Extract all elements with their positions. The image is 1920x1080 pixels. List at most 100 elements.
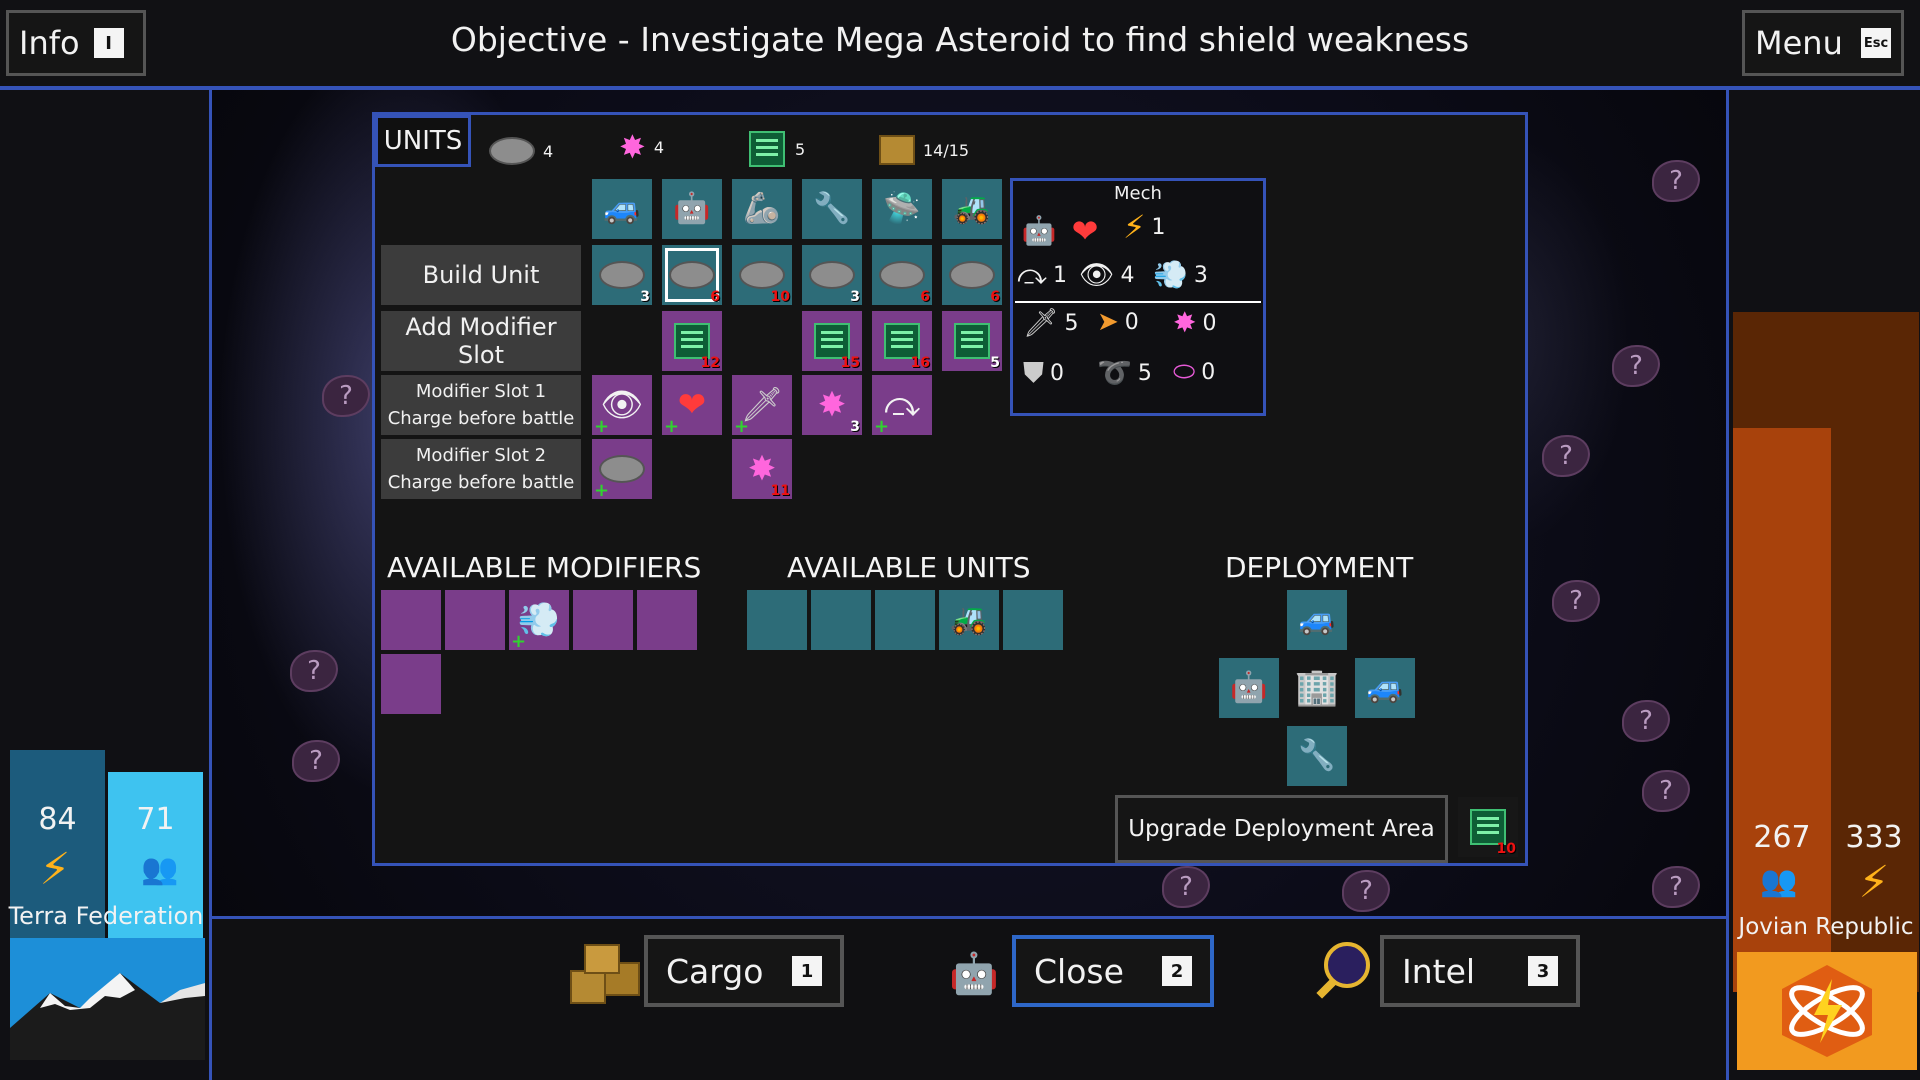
mech-portal-stat: ⬭ 0 [1173, 357, 1216, 387]
modifier-slot-1-title: Modifier Slot 1 [415, 381, 547, 402]
rock-icon [599, 261, 645, 289]
crystal-icon: ✸ [619, 128, 646, 166]
crystal-icon: ✸ [1173, 306, 1197, 339]
heavy-tank-unit-icon[interactable]: 🚜 [942, 179, 1002, 239]
jovian-energy-value: 333 [1845, 820, 1903, 855]
slot-cost-tile[interactable]: 5 [942, 311, 1002, 371]
modifier-tile[interactable]: ✸ 3 [802, 375, 862, 435]
circuit-resource: 5 [749, 131, 805, 167]
mech-attack-stat: 🗡 5 [1023, 306, 1079, 339]
modifier-slot-speed[interactable]: 💨 + [509, 590, 569, 651]
slot-cost-tile[interactable]: 16 [872, 311, 932, 371]
modifier-tile[interactable]: ❤ + [662, 375, 722, 436]
modifier-tile[interactable]: + [592, 439, 652, 500]
deployment-slot-scout[interactable]: 🔧 [1287, 726, 1347, 786]
unknown-asteroid-icon[interactable]: ? [1652, 866, 1700, 908]
unknown-asteroid-icon[interactable]: ? [1622, 700, 1670, 742]
scout-drone-unit-icon[interactable]: 🔧 [802, 179, 862, 239]
modifier-slot-2-sub: Charge before battle [387, 472, 575, 493]
unknown-asteroid-icon[interactable]: ? [1642, 770, 1690, 812]
deployment-base[interactable]: 🏢 [1287, 658, 1347, 718]
modifier-tile[interactable]: ✸ 11 [732, 439, 792, 499]
close-button[interactable]: Close 2 [1012, 935, 1214, 1007]
unknown-asteroid-icon[interactable]: ? [1342, 870, 1390, 912]
modifier-slot-empty[interactable] [637, 590, 697, 650]
intel-label: Intel [1402, 951, 1476, 991]
modifier-slot-empty[interactable] [573, 590, 633, 650]
circuit-icon [884, 323, 920, 359]
cargo-crates-icon [570, 944, 640, 1004]
unknown-asteroid-icon[interactable]: ? [1542, 435, 1590, 477]
bullet-icon: ➤ [1097, 307, 1119, 337]
unknown-asteroid-icon[interactable]: ? [1612, 345, 1660, 387]
add-modifier-slot-button[interactable]: Add Modifier Slot [381, 311, 581, 371]
circuit-icon [814, 323, 850, 359]
deployment-slot-hover-tank[interactable]: 🚙 [1287, 590, 1347, 650]
intel-keycap: 3 [1528, 956, 1558, 986]
jovian-republic-panel: 267 333 👥 ⚡ Jovian Republic [1726, 90, 1920, 1080]
modifier-tile[interactable]: 👁 + [592, 375, 652, 436]
modifier-slot-2-title: Modifier Slot 2 [415, 445, 547, 466]
build-cost-tile[interactable]: 6 [872, 245, 932, 305]
unit-slot-heavy-tank[interactable]: 🚜 [939, 590, 999, 650]
intel-button[interactable]: Intel 3 [1380, 935, 1580, 1007]
unknown-asteroid-icon[interactable]: ? [322, 375, 370, 417]
circuit-icon [954, 323, 990, 359]
walker-unit-icon[interactable]: 🛸 [872, 179, 932, 239]
atom-icon [1782, 965, 1872, 1057]
eye-icon: 👁 [1079, 258, 1115, 291]
heavy-tank-icon: 🚜 [950, 602, 988, 637]
unknown-asteroid-icon[interactable]: ? [292, 740, 340, 782]
build-cost-tile[interactable]: 3 [592, 245, 652, 305]
rock-resource-value: 4 [543, 141, 554, 161]
slot-cost-tile[interactable]: 15 [802, 311, 862, 371]
build-cost-tile[interactable]: 10 [732, 245, 792, 305]
upgrade-deployment-area-button[interactable]: Upgrade Deployment Area [1115, 795, 1448, 863]
modifier-slot-2-label: Modifier Slot 2 Charge before battle [381, 439, 581, 499]
unknown-asteroid-icon[interactable]: ? [1652, 160, 1700, 202]
mech-stats-panel: Mech 🤖 ❤ ⚡ 1 ⤼ 1 👁 4 💨 3 🗡 5 ➤ 0 ✸ 0 ⛊ 0 ➰ 5 ⬭ 0 [1010, 178, 1266, 416]
menu-keycap: Esc [1861, 28, 1891, 58]
modifier-slot-empty[interactable] [381, 590, 441, 650]
hover-tank-unit-icon[interactable]: 🚙 [592, 179, 652, 239]
energy-bolt-icon: ⚡ [1858, 857, 1890, 908]
mech-icon: 🤖 [949, 951, 999, 997]
unit-slot-empty[interactable] [811, 590, 871, 650]
modifier-slot-empty[interactable] [381, 654, 441, 714]
modifier-tile[interactable]: 🗡 + [732, 375, 792, 436]
deployment-slot-mech[interactable]: 🤖 [1219, 658, 1279, 718]
modifier-slot-empty[interactable] [445, 590, 505, 650]
objective-banner: Objective - Investigate Mega Asteroid to… [0, 20, 1920, 59]
mech-crystal-stat: ✸ 0 [1173, 306, 1217, 339]
modifier-tile[interactable]: ⤼ + [872, 375, 932, 436]
unknown-asteroid-icon[interactable]: ? [290, 650, 338, 692]
mech-unit-icon[interactable]: 🤖 [662, 179, 722, 239]
jump-icon: ⤼ [883, 385, 921, 425]
units-tab[interactable]: UNITS [375, 115, 471, 167]
crystal-icon: ✸ [747, 449, 777, 489]
crystal-resource: ✸ 4 [619, 131, 664, 163]
build-unit-button[interactable]: Build Unit [381, 245, 581, 305]
mech-icon: 🤖 [1021, 214, 1057, 247]
unknown-asteroid-icon[interactable]: ? [1552, 580, 1600, 622]
unit-slot-empty[interactable] [875, 590, 935, 650]
sword-icon: 🗡 [1023, 306, 1059, 339]
menu-button[interactable]: Menu Esc [1742, 10, 1904, 76]
unit-slot-empty[interactable] [1003, 590, 1063, 650]
artillery-mech-unit-icon[interactable]: 🦾 [732, 179, 792, 239]
available-modifiers-heading: AVAILABLE MODIFIERS [387, 551, 702, 584]
cargo-button[interactable]: Cargo 1 [644, 935, 844, 1007]
build-cost-tile-selected[interactable]: 6 [662, 245, 722, 305]
crystal-icon: ✸ [817, 385, 847, 425]
available-units-heading: AVAILABLE UNITS [787, 551, 1031, 584]
menu-label: Menu [1755, 24, 1843, 62]
build-cost-tile[interactable]: 6 [942, 245, 1002, 305]
unit-slot-empty[interactable] [747, 590, 807, 650]
deployment-slot-hover-tank[interactable]: 🚙 [1355, 658, 1415, 718]
build-cost-tile[interactable]: 3 [802, 245, 862, 305]
slot-cost-tile[interactable]: 12 [662, 311, 722, 371]
cargo-label: Cargo [666, 951, 764, 991]
mech-title: Mech [1114, 183, 1162, 204]
terra-federation-emblem [10, 938, 205, 1060]
unknown-asteroid-icon[interactable]: ? [1162, 866, 1210, 908]
